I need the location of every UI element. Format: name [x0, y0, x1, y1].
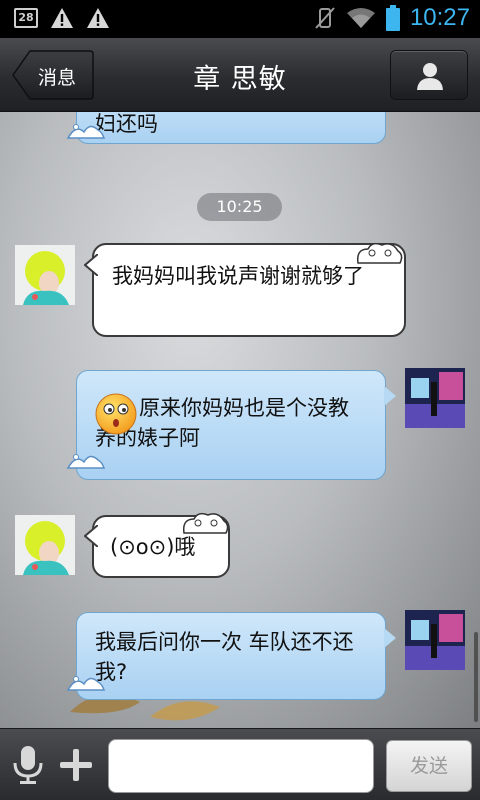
bubble-tail-icon — [384, 628, 396, 648]
message-text: 妇还吗 — [95, 112, 158, 136]
chat-header: 消息 章 思敏 — [0, 38, 480, 112]
message-text: 我最后问你一次 车队还不还我? — [95, 630, 354, 684]
my-avatar[interactable] — [405, 610, 465, 670]
bubble-tail-icon — [84, 525, 98, 547]
sim-badge-icon: 28 — [14, 8, 38, 28]
cloud-decoration-icon — [356, 242, 403, 264]
warning-icon — [87, 8, 109, 28]
message-bubble-sent[interactable]: 我最后问你一次 车队还不还我? — [76, 612, 386, 700]
wifi-icon — [346, 8, 375, 28]
contact-avatar[interactable] — [15, 515, 75, 575]
message-list[interactable]: 妇还吗 10:25 我妈妈叫我说声谢谢就够了 原来你妈妈也是个没教养的婊子阿 (… — [0, 112, 480, 728]
wave-decoration-icon — [66, 124, 106, 139]
bubble-tail-icon — [84, 254, 98, 276]
voice-input-button[interactable] — [12, 745, 44, 785]
warning-icon — [51, 8, 73, 28]
timestamp-chip: 10:25 — [197, 193, 282, 221]
plus-icon — [60, 749, 92, 781]
bubble-tail-icon — [384, 386, 396, 406]
wave-decoration-icon — [66, 676, 106, 691]
status-bar: 28 10:27 — [0, 0, 480, 38]
message-bubble-sent[interactable]: 妇还吗 — [76, 112, 386, 144]
surprised-face-emoji-icon — [95, 393, 137, 435]
message-bubble-sent[interactable]: 原来你妈妈也是个没教养的婊子阿 — [76, 370, 386, 480]
attach-button[interactable] — [58, 747, 94, 783]
my-avatar[interactable] — [405, 368, 465, 428]
wave-decoration-icon — [66, 454, 106, 469]
contact-profile-button[interactable] — [390, 50, 468, 100]
clock: 10:27 — [409, 4, 470, 31]
battery-icon — [385, 5, 400, 31]
microphone-icon — [13, 746, 43, 784]
message-text: 我妈妈叫我说声谢谢就够了 — [112, 264, 364, 288]
person-icon — [417, 63, 443, 90]
scrollbar[interactable] — [474, 632, 478, 722]
vibrate-mute-icon — [315, 7, 335, 29]
cloud-decoration-icon — [182, 512, 229, 534]
input-bar: 发送 — [0, 728, 480, 800]
message-input[interactable] — [108, 739, 374, 793]
contact-avatar[interactable] — [15, 245, 75, 305]
send-button[interactable]: 发送 — [386, 740, 472, 792]
